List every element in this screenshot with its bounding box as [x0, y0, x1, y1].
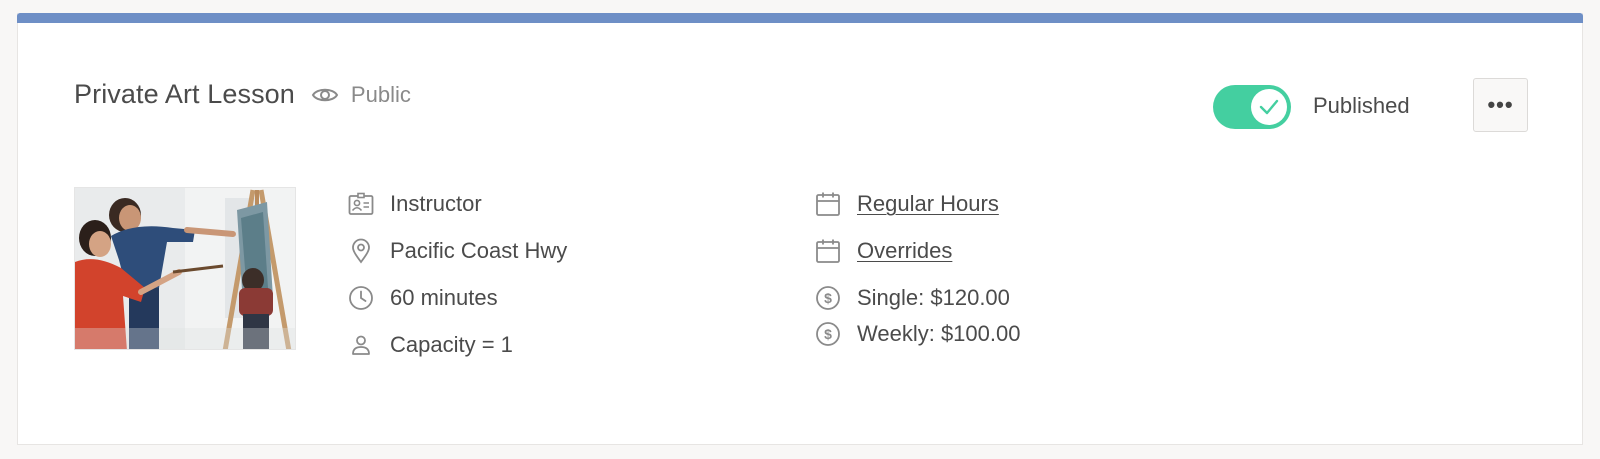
title-row: Private Art Lesson Public [74, 79, 411, 110]
dollar-circle-icon: $ [815, 321, 841, 347]
duration-row: 60 minutes [348, 283, 567, 313]
duration-text: 60 minutes [390, 285, 498, 310]
single-price-row: $ Single: $120.00 [815, 283, 1020, 313]
capacity-text: Capacity = 1 [390, 332, 513, 357]
regular-hours-link[interactable]: Regular Hours [857, 191, 999, 217]
weekly-price-text: Weekly: $100.00 [857, 321, 1021, 346]
weekly-price-row: $ Weekly: $100.00 [815, 319, 1020, 349]
art-lesson-photo [75, 188, 295, 349]
capacity-row: Capacity = 1 [348, 330, 567, 360]
svg-text:$: $ [824, 290, 832, 306]
listing-title: Private Art Lesson [74, 79, 295, 109]
person-icon [348, 332, 374, 358]
check-icon [1259, 99, 1279, 115]
location-pin-icon [348, 238, 374, 264]
publish-status-label: Published [1313, 93, 1410, 118]
visibility-label: Public [350, 81, 411, 107]
details-column-right: Regular Hours Overrides $ Single: $120.0… [815, 189, 1020, 366]
id-card-icon [348, 191, 374, 217]
listing-card: Private Art Lesson Public Published ••• [17, 13, 1583, 445]
calendar-icon [815, 238, 841, 264]
eye-icon [311, 88, 339, 101]
calendar-icon [815, 191, 841, 217]
toggle-knob [1251, 89, 1287, 125]
clock-icon [348, 285, 374, 311]
overrides-row: Overrides [815, 236, 1020, 266]
publish-toggle[interactable] [1213, 85, 1291, 129]
instructor-text: Instructor [390, 191, 482, 216]
dollar-circle-icon: $ [815, 285, 841, 311]
regular-hours-row: Regular Hours [815, 189, 1020, 219]
visibility-indicator: Public [311, 82, 411, 108]
listing-thumbnail [74, 187, 296, 350]
location-text: Pacific Coast Hwy [390, 238, 568, 263]
card-accent-bar [17, 13, 1583, 23]
details-column-left: Instructor Pacific Coast Hwy 60 minutes [348, 189, 567, 377]
more-options-button[interactable]: ••• [1473, 78, 1528, 132]
instructor-row: Instructor [348, 189, 567, 219]
overrides-link[interactable]: Overrides [857, 238, 952, 264]
location-row: Pacific Coast Hwy [348, 236, 567, 266]
svg-text:$: $ [824, 326, 832, 342]
single-price-text: Single: $120.00 [857, 285, 1010, 310]
